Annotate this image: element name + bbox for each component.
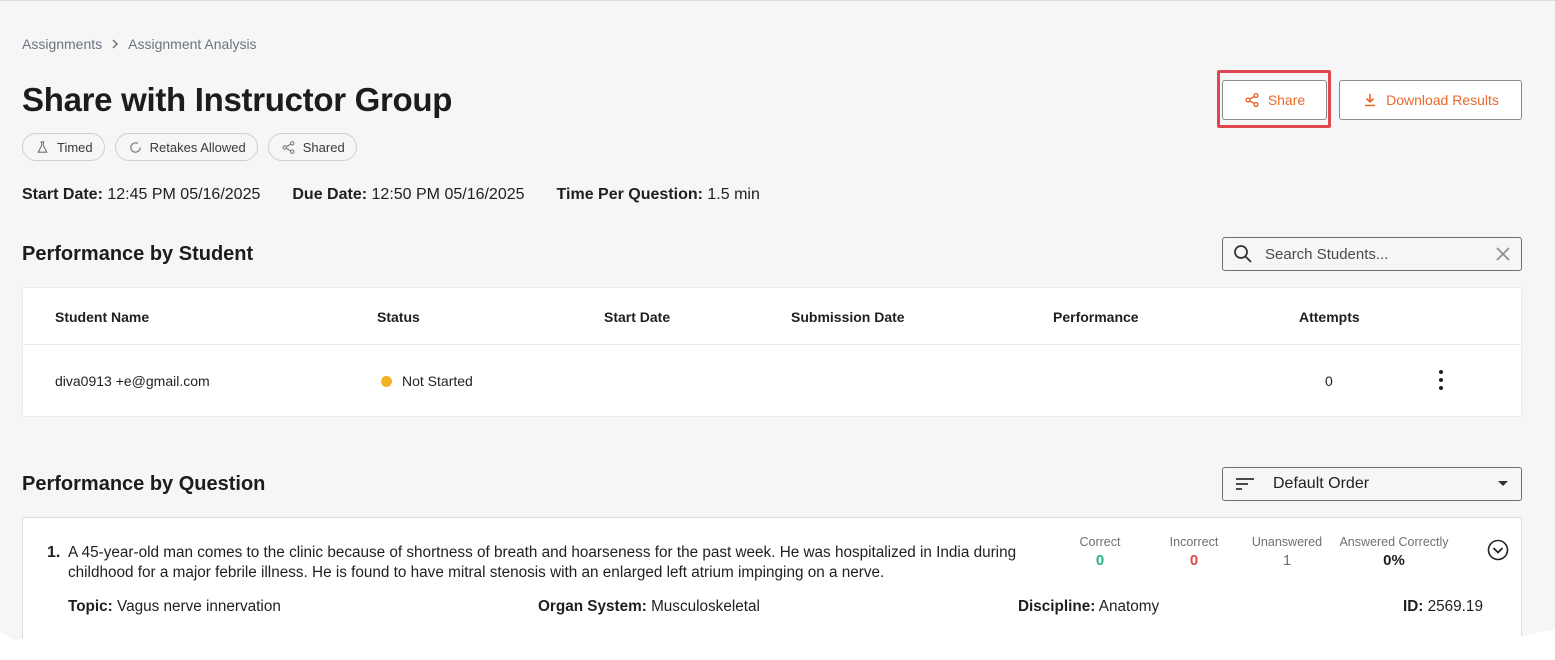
performance-by-student-title: Performance by Student <box>22 243 254 265</box>
column-header[interactable]: Student Name <box>55 309 149 325</box>
tag-label: Timed <box>57 139 93 155</box>
question-number: 1. <box>47 544 61 561</box>
assignment-meta: Start Date: 12:45 PM 05/16/2025 Due Date… <box>22 186 760 204</box>
stat-correct: Correct 0 <box>1079 535 1121 569</box>
breadcrumb: Assignments Assignment Analysis <box>22 36 257 52</box>
status-dot-icon <box>381 376 392 387</box>
column-header[interactable]: Submission Date <box>791 309 905 325</box>
download-icon <box>1365 94 1376 107</box>
question-text: A 45-year-old man comes to the clinic be… <box>68 544 1017 581</box>
chevron-down-icon <box>1498 481 1508 486</box>
share-icon <box>1245 92 1259 108</box>
expand-chevron-icon[interactable] <box>1487 539 1509 561</box>
breadcrumb-assignments-link[interactable]: Assignments <box>22 36 102 52</box>
flask-icon <box>37 140 48 153</box>
tag-label: Retakes Allowed <box>149 139 246 155</box>
question-topic: Topic: Vagus nerve innervation <box>68 598 281 615</box>
start-date: Start Date: 12:45 PM 05/16/2025 <box>22 186 261 203</box>
tag-shared: Shared <box>267 133 357 161</box>
column-header[interactable]: Performance <box>1053 309 1139 325</box>
divider <box>23 344 1521 345</box>
tag-retakes: Retakes Allowed <box>114 133 258 161</box>
status-label: Not Started <box>402 373 473 389</box>
time-per-question: Time Per Question: 1.5 min <box>556 186 760 203</box>
question-organ-system: Organ System: Musculoskeletal <box>538 598 760 615</box>
question-discipline: Discipline: Anatomy <box>1018 598 1160 615</box>
chevron-right-icon <box>112 39 119 49</box>
more-options-icon[interactable] <box>1433 370 1449 390</box>
stat-unanswered: Unanswered 1 <box>1251 535 1323 569</box>
share-button[interactable]: Share <box>1222 80 1327 120</box>
stat-answered-correctly: Answered Correctly 0% <box>1339 535 1449 569</box>
download-results-button[interactable]: Download Results <box>1339 80 1522 120</box>
share-icon <box>282 140 295 154</box>
tag-timed: Timed <box>22 133 105 161</box>
page-title: Share with Instructor Group <box>22 81 453 118</box>
page: Assignments Assignment Analysis Share wi… <box>0 0 1555 643</box>
due-date: Due Date: 12:50 PM 05/16/2025 <box>292 186 525 203</box>
question-id: ID: 2569.19 <box>1403 598 1483 615</box>
refresh-icon <box>129 141 141 153</box>
close-icon[interactable] <box>1495 246 1511 262</box>
search-icon <box>1234 245 1252 263</box>
status-badge: Not Started <box>381 373 473 389</box>
search-students-input[interactable] <box>1265 245 1495 263</box>
student-name: diva0913 +e@gmail.com <box>55 373 210 389</box>
column-header[interactable]: Status <box>377 309 420 325</box>
student-performance-table: Student Name Status Start Date Submissio… <box>22 287 1522 417</box>
column-header[interactable]: Attempts <box>1299 309 1360 325</box>
sort-icon <box>1236 478 1254 490</box>
student-attempts: 0 <box>1325 373 1333 389</box>
assignment-tags: Timed Retakes Allowed Shared <box>22 133 357 161</box>
breadcrumb-current: Assignment Analysis <box>128 36 257 52</box>
column-header[interactable]: Start Date <box>604 309 670 325</box>
share-button-label: Share <box>1267 92 1306 108</box>
question-card: 1. A 45-year-old man comes to the clinic… <box>22 517 1522 643</box>
performance-by-question-title: Performance by Question <box>22 473 266 495</box>
tag-label: Shared <box>302 139 345 155</box>
sort-order-label: Default Order <box>1273 475 1370 492</box>
download-button-label: Download Results <box>1386 92 1499 108</box>
search-students[interactable] <box>1222 237 1522 271</box>
sort-order-select[interactable]: Default Order <box>1222 467 1522 501</box>
stat-incorrect: Incorrect 0 <box>1169 535 1219 569</box>
